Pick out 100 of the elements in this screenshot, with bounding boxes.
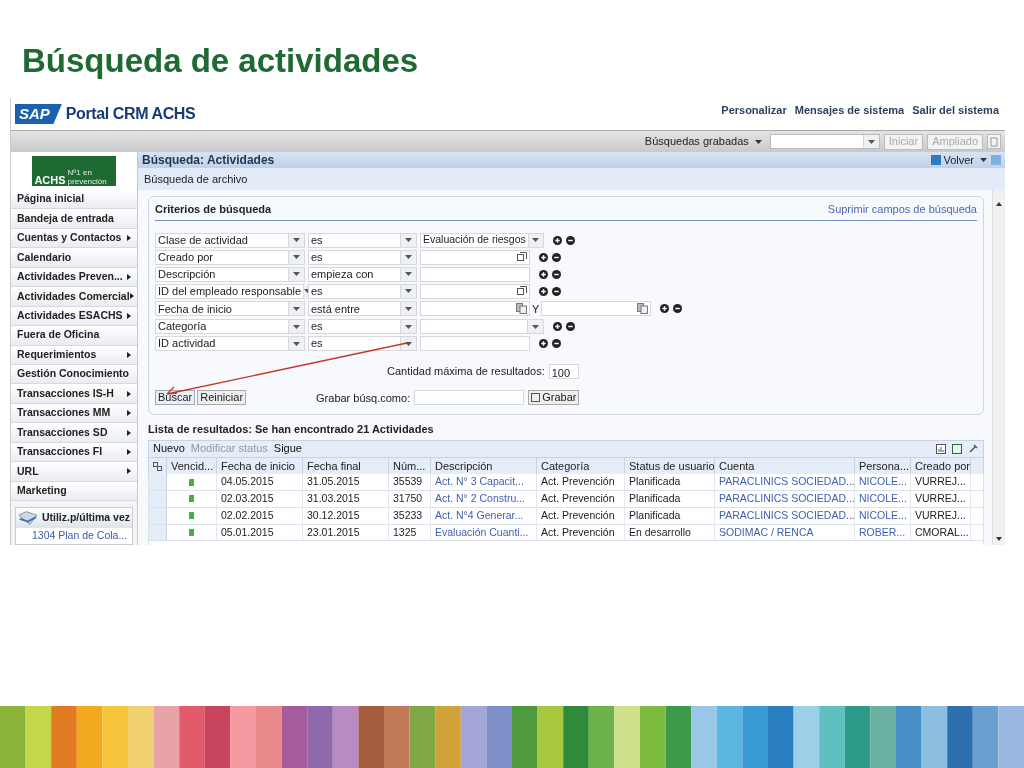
remove-row-icon[interactable] <box>566 322 575 331</box>
table-link[interactable]: ROBER... <box>855 524 911 541</box>
table-link[interactable]: NICOLE... <box>855 474 911 491</box>
header-link[interactable]: Personalizar <box>721 102 787 119</box>
table-link[interactable]: PARACLINICS SOCIEDAD... <box>715 474 855 491</box>
sidebar-item[interactable]: Requerimientos <box>11 345 137 365</box>
recent-link[interactable]: 1304 Plan de Cola... <box>16 528 132 544</box>
add-row-icon[interactable] <box>539 286 548 296</box>
dropdown-caret-icon[interactable] <box>288 320 304 333</box>
calendar-icon[interactable] <box>637 303 649 315</box>
table-link[interactable]: Act. N° 2 Constru... <box>431 491 537 507</box>
dropdown-caret-icon[interactable] <box>527 320 543 333</box>
dropdown-caret-icon[interactable] <box>400 267 416 281</box>
sidebar-item[interactable]: Fuera de Oficina <box>11 326 137 346</box>
add-row-icon[interactable] <box>660 304 670 314</box>
field-dropdown[interactable]: Fecha de inicio <box>155 301 305 317</box>
field-dropdown[interactable]: ID del empleado responsable <box>155 283 305 299</box>
dropdown-caret-icon[interactable] <box>862 135 879 148</box>
hierarchy-icon[interactable] <box>153 461 162 471</box>
remove-row-icon[interactable] <box>552 286 561 296</box>
field-dropdown[interactable]: ID actividad <box>155 336 305 351</box>
value-help-icon[interactable] <box>517 252 527 262</box>
table-link[interactable]: NICOLE... <box>855 507 911 524</box>
add-row-icon[interactable] <box>539 339 548 348</box>
sidebar-item[interactable]: Marketing <box>11 481 137 502</box>
value-help-icon[interactable] <box>517 286 527 296</box>
operator-dropdown[interactable]: es <box>308 249 417 265</box>
sidebar-item[interactable]: Actividades ESACHS <box>11 306 137 327</box>
sidebar-item[interactable]: Transacciones FI <box>11 442 137 463</box>
header-link[interactable]: Mensajes de sistema <box>794 102 905 119</box>
operator-dropdown[interactable]: empieza con <box>308 266 417 282</box>
start-date-field[interactable] <box>420 301 530 317</box>
table-link[interactable]: PARACLINICS SOCIEDAD... <box>715 491 855 507</box>
remove-row-icon[interactable] <box>566 235 575 245</box>
max-results-field[interactable]: 100 <box>548 363 579 379</box>
dropdown-caret-icon[interactable] <box>288 302 304 316</box>
remove-row-icon[interactable] <box>552 269 561 279</box>
value-dropdown[interactable]: Evaluación de riesgos <box>420 232 544 248</box>
dropdown-caret-icon[interactable] <box>400 302 416 316</box>
value-input-field[interactable] <box>420 336 530 351</box>
scrollbar[interactable] <box>992 190 1005 545</box>
clear-fields-link[interactable]: Suprimir campos de búsqueda <box>827 201 977 218</box>
results-toolbar-button[interactable]: Sigue <box>273 443 302 455</box>
search-button[interactable]: Buscar <box>155 390 196 406</box>
back-button[interactable]: Volver <box>931 151 974 169</box>
add-row-icon[interactable] <box>539 269 548 279</box>
value-input-field[interactable] <box>420 249 530 265</box>
settings-icon[interactable] <box>968 443 979 455</box>
calendar-icon[interactable] <box>516 303 527 315</box>
sidebar-item[interactable]: Página inicial <box>11 189 137 210</box>
caret-icon[interactable] <box>754 139 762 144</box>
sidebar-item[interactable]: Bandeja de entrada <box>11 209 137 229</box>
add-row-icon[interactable] <box>539 252 548 262</box>
dropdown-caret-icon[interactable] <box>288 250 304 264</box>
field-dropdown[interactable]: Categoría <box>155 319 305 334</box>
add-row-icon[interactable] <box>553 235 562 245</box>
sidebar-item[interactable]: Gestión Conocimiento <box>11 365 137 385</box>
add-row-icon[interactable] <box>553 322 562 331</box>
table-link[interactable]: Act. N° 3 Capacit... <box>431 474 537 491</box>
reset-button[interactable]: Reiniciar <box>197 390 247 406</box>
dropdown-caret-icon[interactable] <box>288 267 304 281</box>
remove-row-icon[interactable] <box>673 304 683 314</box>
saved-searches-menu[interactable]: Búsquedas grabadas <box>644 133 749 150</box>
remove-row-icon[interactable] <box>552 252 561 262</box>
sidebar-item[interactable]: URL <box>11 462 137 482</box>
end-date-field[interactable] <box>541 301 652 317</box>
sidebar-item[interactable]: Transacciones IS-H <box>11 384 137 404</box>
operator-dropdown[interactable]: está entre <box>308 301 417 317</box>
sidebar-item[interactable]: Actividades Preven... <box>11 267 137 288</box>
operator-dropdown[interactable]: es <box>308 336 417 351</box>
dropdown-caret-icon[interactable] <box>400 233 416 247</box>
sidebar-item[interactable]: Calendario <box>11 248 137 268</box>
sidebar-item[interactable]: Transacciones SD <box>11 423 137 443</box>
sidebar-item[interactable]: Transacciones MM <box>11 403 137 424</box>
field-dropdown[interactable]: Descripción <box>155 266 305 282</box>
value-input-field[interactable] <box>420 266 530 282</box>
field-dropdown[interactable]: Creado por <box>155 249 305 265</box>
dropdown-caret-icon[interactable] <box>288 337 304 350</box>
operator-dropdown[interactable]: es <box>308 283 417 299</box>
dropdown-caret-icon[interactable] <box>400 284 416 298</box>
save-search-field[interactable] <box>414 390 525 406</box>
dropdown-caret-icon[interactable] <box>400 250 416 264</box>
results-toolbar-button[interactable]: Nuevo <box>153 443 185 455</box>
table-link[interactable]: Act. N°4 Generar... <box>431 507 537 524</box>
operator-dropdown[interactable]: es <box>308 232 417 248</box>
dropdown-caret-icon[interactable] <box>400 337 416 350</box>
remove-row-icon[interactable] <box>552 339 561 348</box>
chart-icon[interactable] <box>936 443 946 454</box>
table-link[interactable]: Evaluación Cuanti... <box>431 524 537 541</box>
sidebar-item[interactable]: Actividades Comercial <box>11 287 137 307</box>
value-input-field[interactable] <box>420 283 530 299</box>
table-link[interactable]: SODIMAC / RENCA <box>715 524 855 541</box>
field-dropdown[interactable]: Clase de actividad <box>155 232 305 248</box>
dropdown-caret-icon[interactable] <box>288 233 304 247</box>
table-link[interactable]: NICOLE... <box>855 491 911 507</box>
dropdown-caret-icon[interactable] <box>400 320 416 333</box>
save-button[interactable]: Grabar <box>528 390 580 406</box>
table-link[interactable]: PARACLINICS SOCIEDAD... <box>715 507 855 524</box>
caret-icon[interactable] <box>980 158 987 162</box>
export-icon[interactable] <box>952 443 962 454</box>
